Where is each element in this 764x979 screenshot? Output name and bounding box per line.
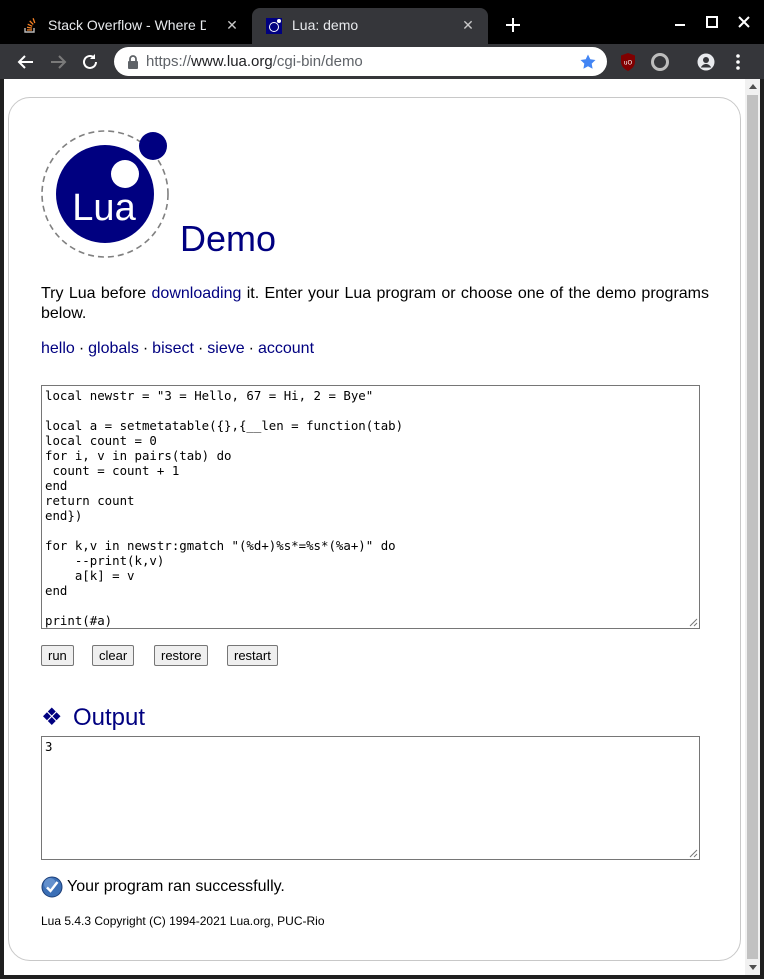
tab-title: Stack Overflow - Where De [48, 17, 206, 33]
checkmark-icon [41, 876, 63, 898]
lock-icon [128, 55, 138, 69]
close-icon[interactable]: ✕ [224, 17, 240, 33]
scrollbar-thumb[interactable] [747, 95, 758, 959]
close-icon[interactable]: ✕ [460, 17, 476, 33]
demo-link-account[interactable]: account [258, 340, 314, 357]
profile-icon[interactable] [696, 52, 716, 72]
lua-logo-text: Lua [72, 187, 136, 229]
tab-strip: Stack Overflow - Where De ✕ Lua: demo ✕ [0, 0, 764, 44]
restart-button[interactable]: restart [227, 645, 278, 666]
demo-link-hello[interactable]: hello [41, 340, 75, 357]
intro-before: Try Lua before [41, 285, 152, 302]
output-text: 3 [45, 739, 53, 754]
vertical-scrollbar[interactable] [745, 79, 760, 975]
demo-link-sieve[interactable]: sieve [207, 340, 244, 357]
minimize-icon[interactable] [670, 12, 690, 32]
extension-circle-icon[interactable] [650, 52, 670, 72]
output-heading: ❖ Output [41, 703, 145, 732]
run-button[interactable]: run [41, 645, 74, 666]
maximize-icon[interactable] [702, 12, 722, 32]
lua-logo: Lua [41, 130, 169, 258]
tab-stackoverflow[interactable]: Stack Overflow - Where De ✕ [8, 8, 252, 44]
clear-button[interactable]: clear [92, 645, 135, 666]
svg-text:uO: uO [624, 60, 633, 67]
restore-button[interactable]: restore [154, 645, 209, 666]
browser-toolbar: https://www.lua.org/cgi-bin/demo uO [0, 44, 764, 79]
page-viewport: Lua Demo Try Lua before downloading it. … [4, 79, 760, 975]
demo-link-globals[interactable]: globals [88, 340, 139, 357]
forward-icon[interactable] [47, 51, 69, 73]
output-box[interactable]: 3 [41, 736, 700, 860]
url-text: https://www.lua.org/cgi-bin/demo [146, 53, 363, 70]
content-card: Lua Demo Try Lua before downloading it. … [8, 97, 741, 961]
output-title-text: Output [73, 704, 146, 731]
reload-icon[interactable] [79, 51, 101, 73]
lua-icon [266, 18, 282, 34]
address-bar[interactable]: https://www.lua.org/cgi-bin/demo [114, 47, 607, 76]
diamond-bullet-icon: ❖ [41, 704, 63, 731]
window-close-icon[interactable] [734, 12, 754, 32]
stackoverflow-icon [24, 18, 36, 33]
scroll-up-arrow-icon[interactable] [749, 84, 757, 89]
footer-copyright: Lua 5.4.3 Copyright (C) 1994-2021 Lua.or… [41, 914, 325, 928]
demo-separator: · [142, 340, 149, 357]
demo-link-bisect[interactable]: bisect [152, 340, 194, 357]
new-tab-icon[interactable] [503, 15, 523, 35]
demo-separator: · [248, 340, 254, 357]
menu-kebab-icon[interactable] [728, 52, 748, 72]
bookmark-star-icon[interactable] [579, 53, 597, 71]
intro-text: Try Lua before downloading it. Enter you… [41, 284, 709, 324]
demo-links: hello · globals · bisect · sieve · account [41, 340, 314, 358]
page-title: Demo [180, 218, 277, 259]
tab-lua-demo[interactable]: Lua: demo ✕ [252, 8, 488, 44]
tab-title: Lua: demo [292, 17, 359, 33]
demo-separator: · [78, 340, 85, 357]
downloading-link[interactable]: downloading [152, 285, 242, 302]
demo-separator: · [197, 340, 204, 357]
url-host: www.lua.org [191, 53, 273, 70]
url-path: /cgi-bin/demo [272, 53, 363, 70]
resize-handle-icon[interactable] [689, 618, 698, 627]
scroll-down-arrow-icon[interactable] [749, 965, 757, 970]
ublock-origin-icon[interactable]: uO [618, 52, 638, 72]
resize-handle-icon[interactable] [689, 849, 698, 858]
code-text: local newstr = "3 = Hello, 67 = Hi, 2 = … [45, 388, 404, 628]
back-icon[interactable] [15, 51, 37, 73]
url-scheme: https:// [146, 53, 192, 70]
code-editor[interactable]: local newstr = "3 = Hello, 67 = Hi, 2 = … [41, 385, 700, 629]
status-text: Your program ran successfully. [67, 878, 285, 895]
